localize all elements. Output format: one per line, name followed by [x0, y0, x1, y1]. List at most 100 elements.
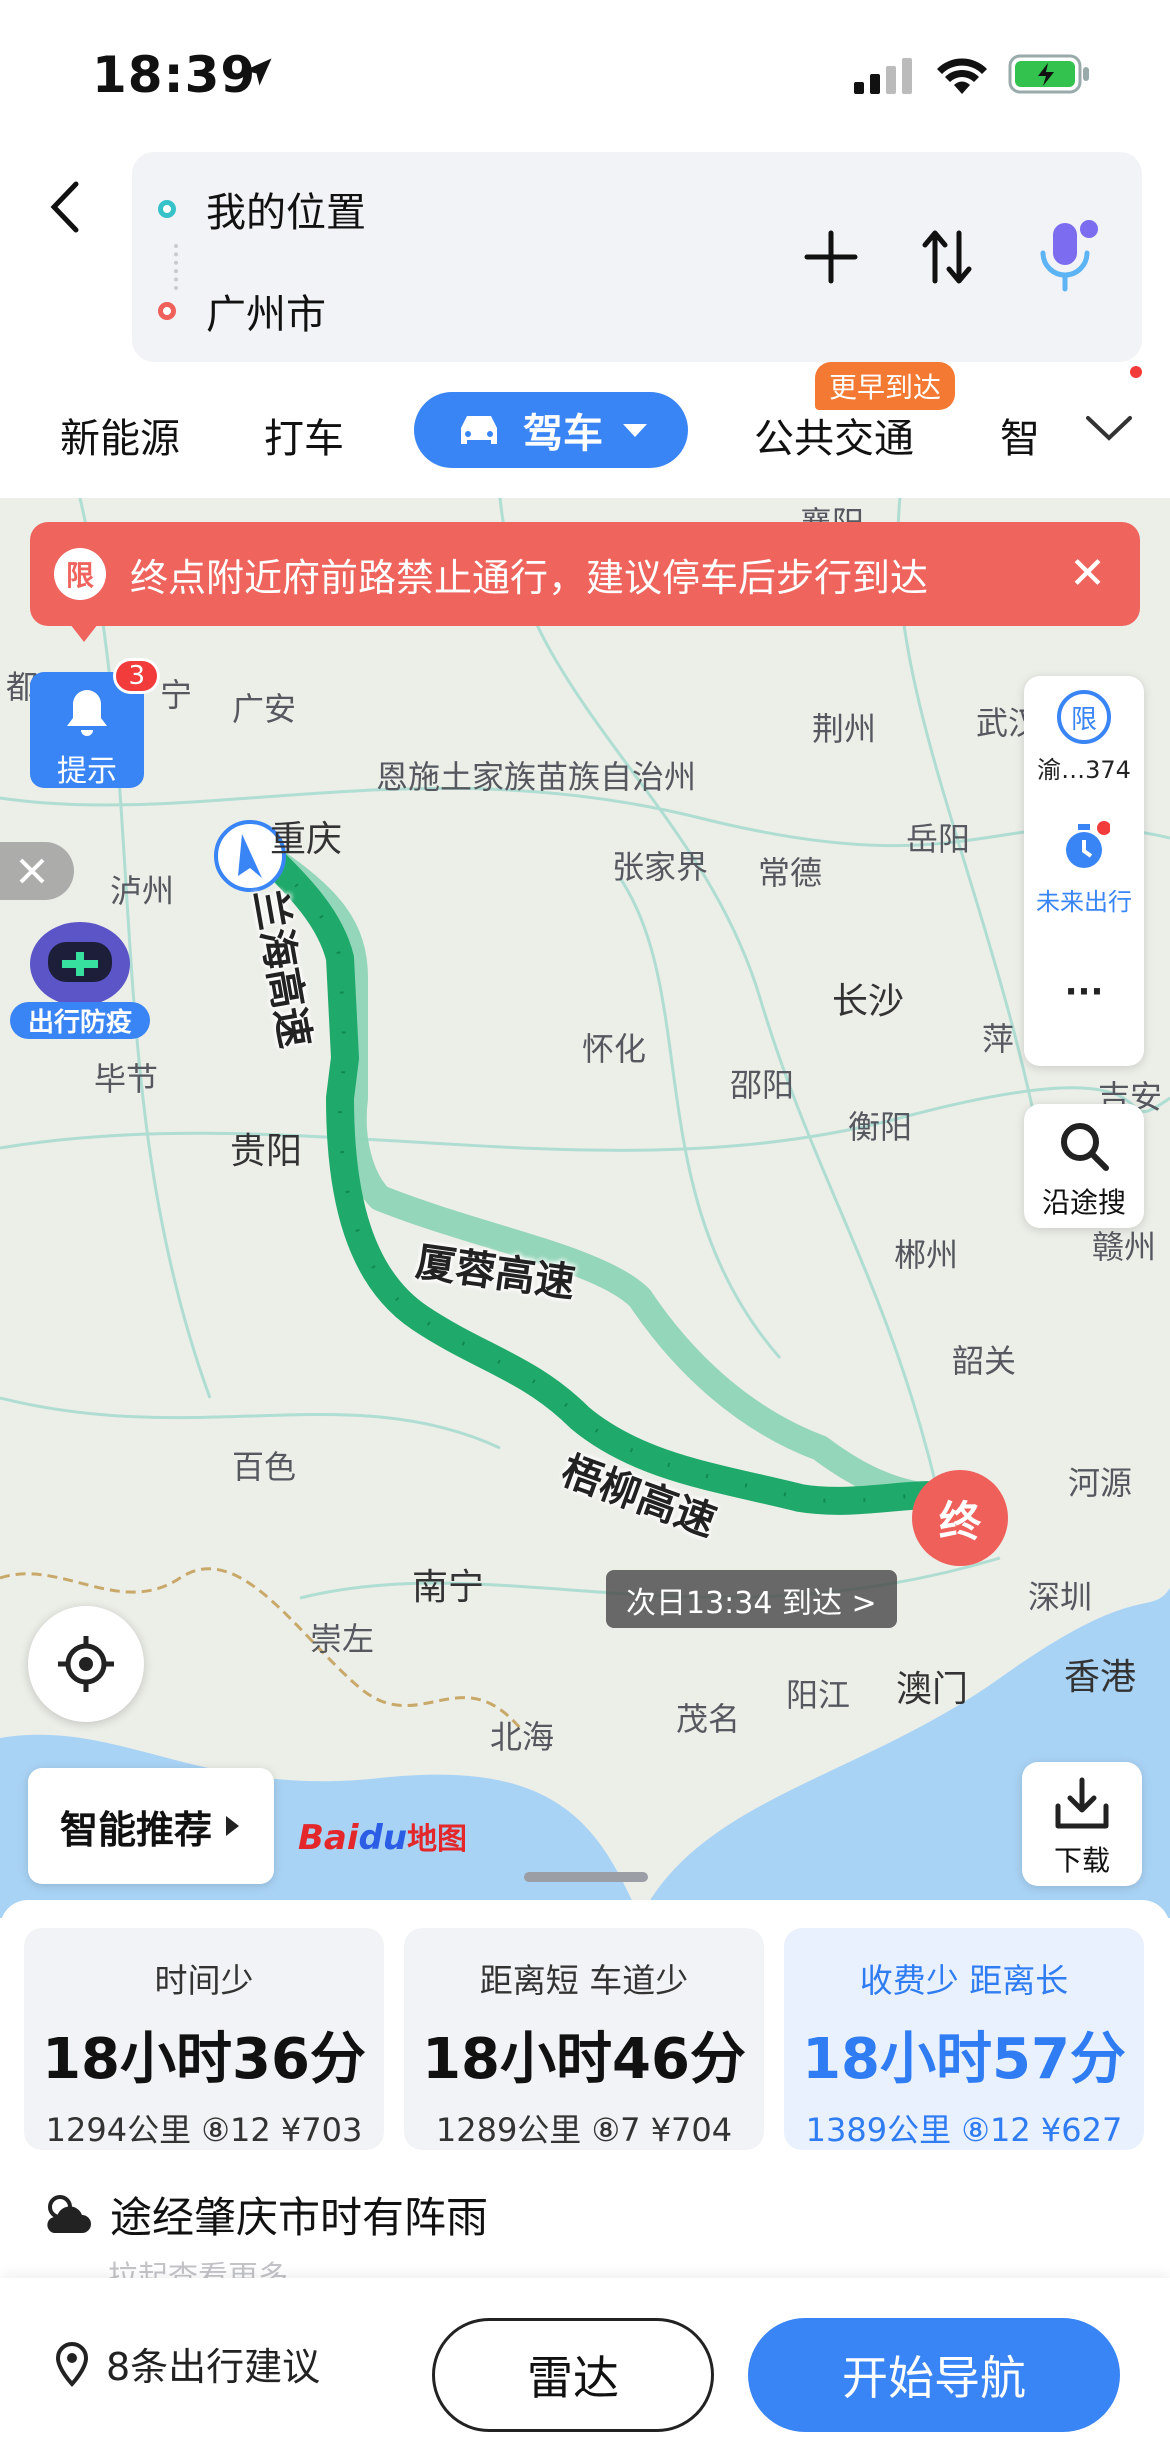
- tips-count-badge: 3: [113, 658, 160, 694]
- microphone-icon: [1040, 220, 1098, 292]
- download-label: 下载: [1053, 1844, 1110, 1877]
- place-label: 荆州: [812, 710, 877, 748]
- status-time: 18:39: [92, 46, 257, 104]
- place-label: 常德: [758, 854, 823, 892]
- place-label: 广安: [232, 690, 297, 728]
- route-option-meta: 1289公里 ⑧7 ¥704: [435, 2111, 733, 2149]
- logo-part: 地图: [407, 1822, 468, 1857]
- place-label: 深圳: [1028, 1578, 1093, 1616]
- route-input-card: 我的位置 广州市: [132, 152, 1142, 362]
- location-arrow-icon: [244, 58, 272, 86]
- radar-button[interactable]: 雷达: [432, 2318, 714, 2432]
- route-option-duration: 18小时36分: [42, 2027, 366, 2092]
- alert-pointer: [70, 624, 98, 642]
- tips-button[interactable]: 提示 3: [30, 658, 160, 789]
- swap-route-button[interactable]: [912, 222, 982, 292]
- search-icon: [1061, 1123, 1109, 1171]
- tab-drive[interactable]: 驾车: [414, 392, 688, 468]
- locate-me-button[interactable]: [28, 1606, 144, 1722]
- sheet-drag-handle[interactable]: [524, 1872, 648, 1882]
- more-options-button[interactable]: ···: [1024, 972, 1144, 1012]
- route-option[interactable]: 距离短 车道少 18小时46分 1289公里 ⑧7 ¥704: [404, 1928, 764, 2150]
- start-field[interactable]: 我的位置: [158, 180, 366, 238]
- tips-label: 提示: [57, 754, 117, 789]
- eta-label[interactable]: 次日13:34 到达 >: [606, 1570, 897, 1628]
- place-label: 南宁: [412, 1567, 485, 1608]
- route-option-tags: 时间少: [154, 1961, 254, 2000]
- start-dot-icon: [158, 200, 176, 218]
- logo-part: du: [358, 1818, 408, 1858]
- place-label: 郴州: [894, 1236, 959, 1274]
- epidemic-assistant[interactable]: 出行防疫: [10, 906, 150, 1046]
- weather-text: 途经肇庆市时有阵雨: [110, 2193, 489, 2242]
- end-field[interactable]: 广州市: [158, 282, 326, 340]
- travel-mode-tabs: 新能源 打车 驾车 公共交通 智: [0, 372, 1170, 487]
- end-label: 广州市: [206, 292, 326, 338]
- tab-new-energy[interactable]: 新能源: [60, 406, 180, 464]
- voice-button[interactable]: [1032, 220, 1102, 292]
- wifi-icon: [937, 58, 987, 94]
- place-label: 宁: [160, 676, 193, 714]
- restriction-alert[interactable]: 限 终点附近府前路禁止通行，建议停车后步行到达 ✕: [30, 522, 1140, 626]
- weather-notice[interactable]: 途经肇庆市时有阵雨: [40, 2184, 488, 2245]
- tab-more[interactable]: 智: [1000, 406, 1040, 464]
- tab-transit[interactable]: 公共交通: [754, 406, 914, 464]
- swap-icon: [922, 230, 972, 284]
- place-label: 崇左: [310, 1620, 375, 1658]
- map-view[interactable]: 襄阳 荆州 武汉 广安 恩施土家族苗族自治州 重庆 泸州 张家界 常德 岳阳 长…: [0, 498, 1170, 1918]
- place-label: 怀化: [582, 1030, 647, 1068]
- bell-icon: [67, 690, 107, 736]
- future-travel-item[interactable]: 未来出行: [1024, 820, 1144, 917]
- start-navigation-button[interactable]: 开始导航: [748, 2318, 1120, 2432]
- smart-recommend-label: 智能推荐: [59, 1807, 212, 1852]
- place-label: 贵阳: [230, 1131, 303, 1172]
- smart-recommend-button[interactable]: 智能推荐: [28, 1768, 274, 1884]
- along-route-search-button[interactable]: 沿途搜: [1024, 1104, 1144, 1228]
- place-label: 韶关: [952, 1342, 1017, 1380]
- route-option[interactable]: 时间少 18小时36分 1294公里 ⑧12 ¥703: [24, 1928, 384, 2150]
- close-icon[interactable]: ✕: [1069, 548, 1106, 599]
- travel-suggestions-button[interactable]: 8条出行建议: [52, 2336, 320, 2391]
- place-label: 毕节: [94, 1060, 159, 1098]
- plus-icon: [804, 230, 858, 284]
- screen: 18:39 我的位置 广州市 新能源 打车 驾车 公共交通 智 更早到达 荆州 …: [0, 0, 1170, 2461]
- close-robot-button[interactable]: [0, 842, 74, 900]
- route-option-meta: 1294公里 ⑧12 ¥703: [45, 2111, 363, 2149]
- pin-icon: [55, 2341, 89, 2387]
- chevron-left-icon: [50, 181, 79, 233]
- place-label: 赣州: [1092, 1228, 1157, 1266]
- place-label: 张家界: [612, 848, 709, 886]
- route-option-tags: 收费少 距离长: [859, 1961, 1069, 2000]
- back-button[interactable]: [40, 172, 90, 242]
- logo-part: Bai: [298, 1818, 359, 1858]
- map-side-panel: 限 渝…374 未来出行 ···: [1024, 676, 1144, 1066]
- caret-down-icon: [623, 424, 647, 437]
- stopwatch-icon: [1066, 821, 1111, 868]
- bottom-action-bar: 8条出行建议 雷达 开始导航: [0, 2278, 1170, 2461]
- place-label: 萍: [982, 1020, 1015, 1058]
- download-button[interactable]: 下载: [1022, 1762, 1142, 1886]
- route-option-duration: 18小时46分: [422, 2027, 746, 2092]
- destination-marker[interactable]: 终: [912, 1470, 1008, 1566]
- crosshair-icon: [58, 1636, 114, 1692]
- tab-taxi[interactable]: 打车: [264, 406, 344, 464]
- place-label: 阳江: [786, 1676, 851, 1714]
- battery-icon: [1008, 54, 1089, 94]
- start-label: 我的位置: [206, 190, 366, 236]
- place-label: 岳阳: [906, 820, 971, 858]
- add-waypoint-button[interactable]: [796, 222, 866, 292]
- chevron-down-icon[interactable]: [1084, 414, 1134, 444]
- place-label: 茂名: [676, 1700, 741, 1738]
- place-label: 澳门: [896, 1669, 969, 1710]
- place-label: 河源: [1068, 1464, 1133, 1502]
- transit-badge: 更早到达: [815, 362, 956, 410]
- along-route-search-label: 沿途搜: [1041, 1186, 1126, 1219]
- license-limit-label: 渝…374: [1037, 756, 1131, 784]
- license-limit-item[interactable]: 限 渝…374: [1024, 690, 1144, 785]
- notification-dot: [1130, 366, 1142, 378]
- download-icon: [1055, 1777, 1109, 1829]
- place-label: 香港: [1064, 1657, 1137, 1698]
- place-label: 百色: [232, 1448, 297, 1486]
- route-option-selected[interactable]: 收费少 距离长 18小时57分 1389公里 ⑧12 ¥627: [784, 1928, 1144, 2150]
- route-option-tags: 距离短 车道少: [479, 1961, 689, 2000]
